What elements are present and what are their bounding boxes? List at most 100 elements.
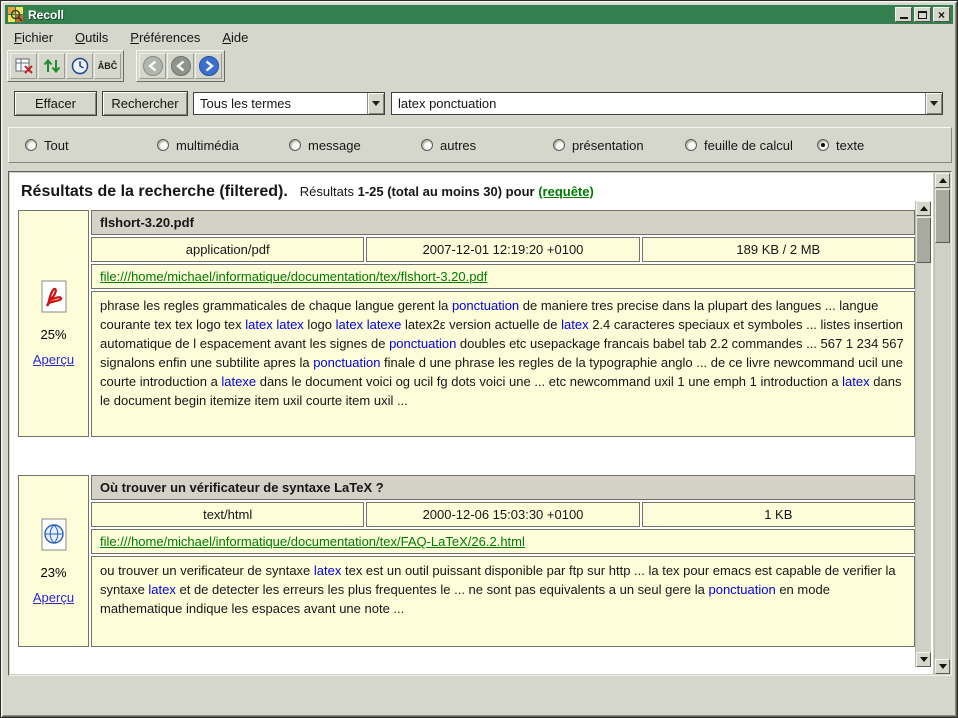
filter-tout[interactable]: Tout — [25, 138, 157, 153]
result-title: flshort-3.20.pdf — [91, 210, 915, 235]
preview-link[interactable]: Aperçu — [33, 590, 74, 605]
search-term: ponctuation — [452, 298, 519, 313]
preview-link[interactable]: Aperçu — [33, 352, 74, 367]
search-term: latex latex — [245, 317, 304, 332]
query-details-link[interactable]: (requête) — [538, 184, 594, 199]
result-entry: 23% Aperçu Où trouver un vérificateur de… — [18, 475, 915, 647]
result-size: 189 KB / 2 MB — [642, 237, 915, 262]
match-mode-select[interactable]: Tous les termes — [193, 92, 385, 115]
close-button[interactable]: × — [933, 7, 950, 22]
menu-aide[interactable]: Aide — [218, 28, 258, 47]
relevance-percent: 25% — [40, 327, 66, 342]
first-page-button[interactable] — [139, 53, 166, 79]
result-mime: application/pdf — [91, 237, 364, 262]
search-term: ponctuation — [313, 355, 380, 370]
filter-texte[interactable]: texte — [817, 138, 864, 153]
query-combobox — [391, 92, 943, 115]
triangle-up-icon — [939, 178, 947, 183]
snippet-text: latex2ε version actuelle de — [401, 317, 561, 332]
snippet-text: logo — [304, 317, 336, 332]
result-date: 2007-12-01 12:19:20 +0100 — [366, 237, 639, 262]
radio-icon — [421, 139, 433, 151]
relevance-percent: 23% — [40, 565, 66, 580]
search-input[interactable] — [392, 93, 925, 114]
clear-search-icon — [14, 56, 34, 76]
results-header: Résultats de la recherche (filtered).Rés… — [10, 173, 933, 201]
menu-outils[interactable]: Outils — [71, 28, 118, 47]
results-range: 1-25 (total au moins 30) pour — [358, 184, 535, 199]
term-explorer-button[interactable]: ÂBĈ — [94, 53, 121, 79]
first-page-icon — [142, 55, 164, 77]
toolbar: ÂBĈ — [7, 50, 225, 82]
scroll-down-button[interactable] — [935, 659, 950, 674]
maximize-button[interactable] — [914, 7, 931, 22]
clear-search-button[interactable] — [10, 53, 37, 79]
filter-presentation[interactable]: présentation — [553, 138, 685, 153]
result-url-link[interactable]: file:///home/michael/informatique/docume… — [100, 534, 525, 549]
scroll-up-button[interactable] — [916, 201, 931, 216]
scroll-up-button[interactable] — [935, 173, 950, 188]
search-term: latex — [314, 563, 341, 578]
menu-fichier[interactable]: Fichier — [10, 28, 63, 47]
toolbar-group-main: ÂBĈ — [7, 50, 124, 82]
match-mode-dropdown-button[interactable] — [367, 93, 384, 114]
clear-button[interactable]: Effacer — [14, 91, 97, 116]
snippet-text: dans le document voici og ucil fg dots v… — [256, 374, 842, 389]
maximize-icon — [918, 11, 927, 19]
result-snippet: phrase les regles grammaticales de chaqu… — [91, 291, 915, 437]
result-meta-row: text/html 2000-12-06 15:03:30 +0100 1 KB — [91, 502, 915, 527]
snippet-text: et de detecter les erreurs les plus freq… — [176, 582, 709, 597]
scrollbar-thumb[interactable] — [916, 217, 931, 263]
document-history-button[interactable] — [66, 53, 93, 79]
radio-icon — [553, 139, 565, 151]
filter-message[interactable]: message — [289, 138, 421, 153]
window-title: Recoll — [28, 8, 895, 22]
recoll-window: Recoll × Fichier Outils Préférences Aide — [0, 0, 958, 718]
result-mime: text/html — [91, 502, 364, 527]
next-page-button[interactable] — [195, 53, 222, 79]
inner-scrollbar[interactable] — [915, 201, 931, 667]
result-entry: 25% Aperçu flshort-3.20.pdf application/… — [18, 210, 915, 437]
filter-multimedia[interactable]: multimédia — [157, 138, 289, 153]
result-main: Où trouver un vérificateur de syntaxe La… — [91, 475, 915, 647]
result-main: flshort-3.20.pdf application/pdf 2007-12… — [91, 210, 915, 437]
search-button[interactable]: Rechercher — [102, 91, 188, 116]
result-side: 25% Aperçu — [18, 210, 89, 437]
scroll-down-button[interactable] — [916, 652, 931, 667]
result-url-link[interactable]: file:///home/michael/informatique/docume… — [100, 269, 487, 284]
result-size: 1 KB — [642, 502, 915, 527]
query-history-dropdown-button[interactable] — [925, 93, 942, 114]
menu-preferences[interactable]: Préférences — [126, 28, 210, 47]
results-frame: Résultats de la recherche (filtered).Rés… — [8, 171, 952, 676]
next-page-icon — [198, 55, 220, 77]
result-snippet: ou trouver un verificateur de syntaxe la… — [91, 556, 915, 647]
toolbar-group-nav — [136, 50, 225, 82]
triangle-up-icon — [920, 206, 928, 211]
result-url-row: file:///home/michael/informatique/docume… — [91, 264, 915, 289]
previous-page-button[interactable] — [167, 53, 194, 79]
filter-feuille-de-calcul[interactable]: feuille de calcul — [685, 138, 817, 153]
result-url-row: file:///home/michael/informatique/docume… — [91, 529, 915, 554]
document-history-icon — [70, 56, 90, 76]
minimize-button[interactable] — [895, 7, 912, 22]
titlebar[interactable]: Recoll × — [5, 5, 953, 24]
scrollbar-thumb[interactable] — [935, 189, 950, 243]
filter-autres[interactable]: autres — [421, 138, 553, 153]
results-title: Résultats de la recherche (filtered). — [21, 183, 288, 200]
radio-icon — [685, 139, 697, 151]
html-icon — [38, 518, 70, 555]
sort-by-date-button[interactable] — [38, 53, 65, 79]
radio-icon — [289, 139, 301, 151]
radio-icon — [25, 139, 37, 151]
match-mode-value: Tous les termes — [194, 93, 367, 114]
window-controls: × — [895, 7, 950, 22]
recoll-app-icon — [8, 7, 23, 22]
result-side: 23% Aperçu — [18, 475, 89, 647]
result-date: 2000-12-06 15:03:30 +0100 — [366, 502, 639, 527]
outer-scrollbar[interactable] — [934, 173, 950, 674]
snippet-text: ou trouver un verificateur de syntaxe — [100, 563, 314, 578]
search-term: ponctuation — [389, 336, 456, 351]
sort-by-date-icon — [42, 56, 62, 76]
search-term: latex — [842, 374, 869, 389]
triangle-down-icon — [920, 657, 928, 662]
